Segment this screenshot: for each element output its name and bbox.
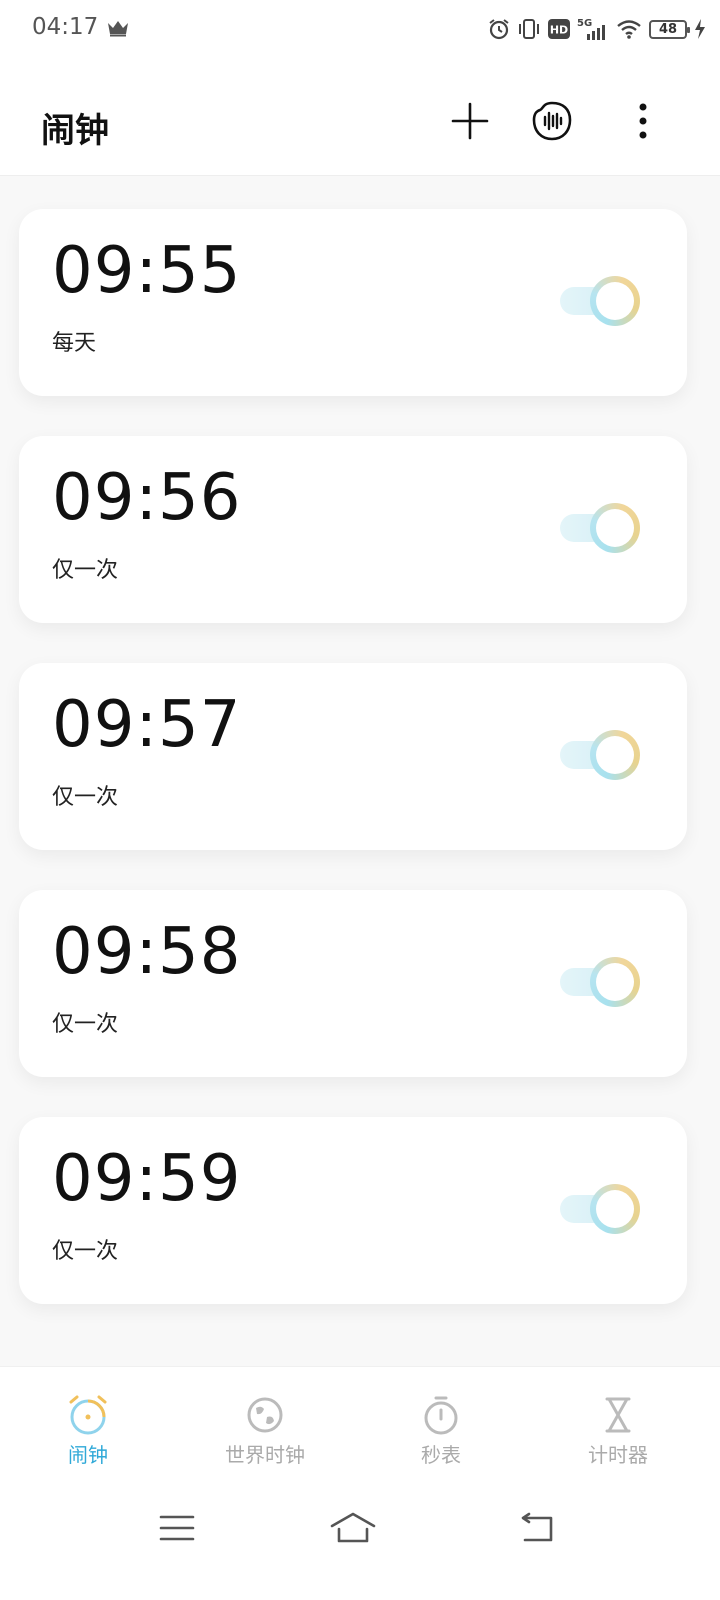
alarm-card[interactable]: 09:59 仅一次 [19,1117,687,1304]
back-icon [521,1512,553,1542]
tab-timer[interactable]: 计时器 [548,1393,688,1468]
toggle-knob [590,276,640,326]
crown-icon [108,21,128,37]
globe-icon [247,1397,283,1433]
app-bar: 闹钟 [0,58,720,176]
alarm-time: 09:59 [52,1142,242,1216]
voice-alarm-button[interactable] [527,96,577,146]
alarm-time: 09:55 [52,234,242,308]
toggle-knob [590,730,640,780]
alarm-repeat: 仅一次 [52,1239,119,1264]
home-button[interactable] [323,1508,383,1548]
tab-label: 闹钟 [68,1443,108,1467]
alarm-toggle[interactable] [560,728,646,782]
alarm-repeat: 仅一次 [52,785,119,810]
tab-stopwatch[interactable]: 秒表 [371,1393,511,1468]
tab-world-clock[interactable]: 世界时钟 [195,1393,335,1468]
toggle-knob [590,957,640,1007]
alarm-toggle[interactable] [560,501,646,555]
tab-label: 计时器 [588,1443,648,1467]
add-alarm-button[interactable] [445,96,495,146]
alarm-card[interactable]: 09:58 仅一次 [19,890,687,1077]
toggle-knob [590,503,640,553]
alarm-card[interactable]: 09:56 仅一次 [19,436,687,623]
alarm-repeat: 仅一次 [52,1012,119,1037]
add-icon [451,102,489,140]
vibrate-icon [519,19,539,39]
network-type: 5G [577,18,592,29]
alarm-time: 09:58 [52,915,242,989]
back-button[interactable] [507,1508,567,1548]
hourglass-icon [605,1397,631,1433]
tab-alarm[interactable]: 闹钟 [18,1393,158,1468]
stopwatch-icon [424,1396,458,1435]
alarm-repeat: 每天 [52,331,97,356]
battery-icon: 48 [649,19,690,39]
clock-app-screen: 04:17 HD 5G 48 闹钟 09:55 每天 09:56 仅一次 09:… [0,0,720,1600]
alarm-icon [489,19,509,40]
charging-icon [695,19,705,39]
alarm-repeat: 仅一次 [52,558,119,583]
hd-icon: HD [548,19,570,39]
status-bar: 04:17 HD 5G 48 [0,0,720,58]
alarm-card[interactable]: 09:55 每天 [19,209,687,396]
hd-label: HD [550,24,568,37]
more-options-button[interactable] [618,96,668,146]
alarm-time: 09:56 [52,461,242,535]
page-title: 闹钟 [41,111,109,151]
alarm-clock-icon [69,1395,107,1435]
bottom-nav: 闹钟 世界时钟 秒表 计时器 [0,1366,720,1486]
home-icon [330,1512,376,1543]
signal-icon: 5G [577,18,605,40]
tab-label: 秒表 [421,1443,461,1467]
toggle-knob [590,1184,640,1234]
wifi-icon [617,20,641,39]
tab-label: 世界时钟 [225,1443,305,1467]
menu-icon [159,1515,195,1541]
alarm-time: 09:57 [52,688,242,762]
alarm-toggle[interactable] [560,955,646,1009]
more-icon [639,103,647,139]
system-nav-bar [0,1486,720,1600]
battery-level: 48 [658,21,678,37]
voice-icon [532,101,572,141]
status-icons: HD 5G 48 [488,14,706,44]
status-time: 04:17 [32,14,99,40]
alarm-toggle[interactable] [560,1182,646,1236]
alarm-card[interactable]: 09:57 仅一次 [19,663,687,850]
alarm-toggle[interactable] [560,274,646,328]
recent-apps-button[interactable] [147,1508,207,1548]
